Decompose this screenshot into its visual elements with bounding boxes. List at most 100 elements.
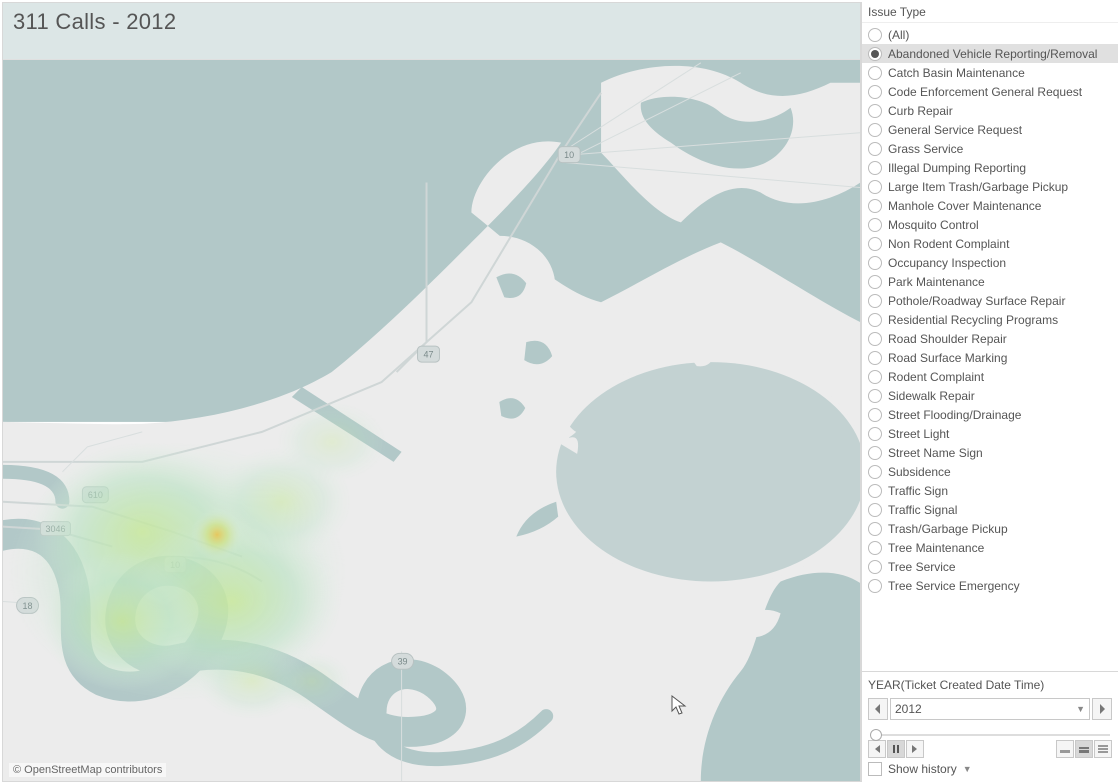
issue-type-label: Sidewalk Repair — [888, 389, 975, 403]
pause-button[interactable] — [887, 740, 905, 758]
year-header: YEAR(Ticket Created Date Time) — [868, 678, 1112, 694]
issue-type-label: Grass Service — [888, 142, 963, 156]
issue-type-label: Traffic Signal — [888, 503, 957, 517]
issue-type-label: Tree Maintenance — [888, 541, 984, 555]
issue-type-label: Occupancy Inspection — [888, 256, 1006, 270]
year-select[interactable]: 2012 ▼ — [890, 698, 1090, 720]
route-shield: 47 — [418, 346, 440, 362]
issue-type-option[interactable]: Code Enforcement General Request — [862, 82, 1118, 101]
year-slider[interactable] — [870, 726, 1110, 738]
issue-type-label: General Service Request — [888, 123, 1022, 137]
radio-icon — [868, 180, 882, 194]
chevron-down-icon: ▼ — [1076, 704, 1085, 714]
radio-icon — [868, 218, 882, 232]
speed-fast-button[interactable] — [1094, 740, 1112, 758]
issue-type-option[interactable]: Traffic Signal — [862, 500, 1118, 519]
issue-type-option[interactable]: Catch Basin Maintenance — [862, 63, 1118, 82]
year-panel: YEAR(Ticket Created Date Time) 2012 ▼ — [862, 671, 1118, 782]
issue-type-label: Street Light — [888, 427, 949, 441]
slider-thumb[interactable] — [870, 729, 882, 741]
issue-type-option[interactable]: Curb Repair — [862, 101, 1118, 120]
issue-type-option[interactable]: Tree Service Emergency — [862, 576, 1118, 595]
svg-text:47: 47 — [424, 349, 434, 359]
issue-type-label: Street Flooding/Drainage — [888, 408, 1021, 422]
play-back-button[interactable] — [868, 740, 886, 758]
issue-type-label: Code Enforcement General Request — [888, 85, 1082, 99]
issue-type-option[interactable]: Subsidence — [862, 462, 1118, 481]
page-title: 311 Calls - 2012 — [3, 3, 860, 60]
radio-icon — [868, 522, 882, 536]
filter-sidebar: Issue Type (All)Abandoned Vehicle Report… — [861, 2, 1118, 782]
issue-type-label: Street Name Sign — [888, 446, 983, 460]
show-history-label: Show history — [888, 762, 957, 776]
radio-icon — [868, 104, 882, 118]
issue-type-option[interactable]: Road Shoulder Repair — [862, 329, 1118, 348]
map-pane[interactable]: 311 Calls - 2012 — [2, 2, 861, 782]
issue-type-option[interactable]: Manhole Cover Maintenance — [862, 196, 1118, 215]
radio-icon — [868, 294, 882, 308]
year-value: 2012 — [895, 702, 922, 716]
issue-type-option[interactable]: Illegal Dumping Reporting — [862, 158, 1118, 177]
radio-icon — [868, 389, 882, 403]
radio-icon — [868, 28, 882, 42]
issue-type-option[interactable]: Mosquito Control — [862, 215, 1118, 234]
year-next-button[interactable] — [1092, 698, 1112, 720]
svg-text:10: 10 — [564, 150, 574, 160]
issue-type-option[interactable]: Street Light — [862, 424, 1118, 443]
radio-icon — [868, 332, 882, 346]
issue-type-label: Subsidence — [888, 465, 951, 479]
radio-icon — [868, 66, 882, 80]
issue-type-label: Manhole Cover Maintenance — [888, 199, 1041, 213]
checkbox-icon — [868, 762, 882, 776]
issue-type-option[interactable]: Sidewalk Repair — [862, 386, 1118, 405]
radio-icon — [868, 275, 882, 289]
issue-type-label: (All) — [888, 28, 909, 42]
map-attribution: © OpenStreetMap contributors — [9, 763, 166, 777]
issue-type-label: Abandoned Vehicle Reporting/Removal — [888, 47, 1097, 61]
issue-type-option[interactable]: (All) — [862, 25, 1118, 44]
route-shield: 39 — [392, 653, 414, 669]
issue-type-option[interactable]: Street Flooding/Drainage — [862, 405, 1118, 424]
issue-type-label: Non Rodent Complaint — [888, 237, 1009, 251]
radio-icon — [868, 161, 882, 175]
map-canvas[interactable]: 10 47 610 3046 18 39 10 — [3, 3, 860, 781]
issue-type-label: Tree Service Emergency — [888, 579, 1020, 593]
issue-type-label: Mosquito Control — [888, 218, 979, 232]
issue-type-option[interactable]: Tree Service — [862, 557, 1118, 576]
speed-slow-button[interactable] — [1056, 740, 1074, 758]
issue-type-label: Road Surface Marking — [888, 351, 1007, 365]
issue-type-label: Large Item Trash/Garbage Pickup — [888, 180, 1068, 194]
issue-type-option[interactable]: Road Surface Marking — [862, 348, 1118, 367]
issue-type-option[interactable]: Pothole/Roadway Surface Repair — [862, 291, 1118, 310]
year-prev-button[interactable] — [868, 698, 888, 720]
issue-type-option[interactable]: Trash/Garbage Pickup — [862, 519, 1118, 538]
issue-type-label: Pothole/Roadway Surface Repair — [888, 294, 1065, 308]
issue-type-option[interactable]: Residential Recycling Programs — [862, 310, 1118, 329]
issue-type-list: (All) Abandoned Vehicle Reporting/Removal… — [862, 23, 1118, 671]
radio-icon — [868, 503, 882, 517]
issue-type-option[interactable]: Large Item Trash/Garbage Pickup — [862, 177, 1118, 196]
play-forward-button[interactable] — [906, 740, 924, 758]
radio-icon — [868, 541, 882, 555]
show-history-toggle[interactable]: Show history ▼ — [868, 762, 1112, 776]
issue-type-label: Road Shoulder Repair — [888, 332, 1007, 346]
issue-type-option[interactable]: Tree Maintenance — [862, 538, 1118, 557]
radio-icon — [868, 123, 882, 137]
radio-icon — [868, 199, 882, 213]
radio-icon — [868, 313, 882, 327]
radio-icon — [868, 484, 882, 498]
issue-type-label: Illegal Dumping Reporting — [888, 161, 1026, 175]
issue-type-label: Catch Basin Maintenance — [888, 66, 1025, 80]
issue-type-option[interactable]: Occupancy Inspection — [862, 253, 1118, 272]
issue-type-option[interactable]: General Service Request — [862, 120, 1118, 139]
issue-type-option[interactable]: Abandoned Vehicle Reporting/Removal — [862, 44, 1118, 63]
issue-type-option[interactable]: Street Name Sign — [862, 443, 1118, 462]
radio-icon — [868, 370, 882, 384]
issue-type-option[interactable]: Traffic Sign — [862, 481, 1118, 500]
radio-icon — [868, 142, 882, 156]
speed-med-button[interactable] — [1075, 740, 1093, 758]
issue-type-option[interactable]: Grass Service — [862, 139, 1118, 158]
issue-type-option[interactable]: Rodent Complaint — [862, 367, 1118, 386]
issue-type-option[interactable]: Non Rodent Complaint — [862, 234, 1118, 253]
issue-type-option[interactable]: Park Maintenance — [862, 272, 1118, 291]
